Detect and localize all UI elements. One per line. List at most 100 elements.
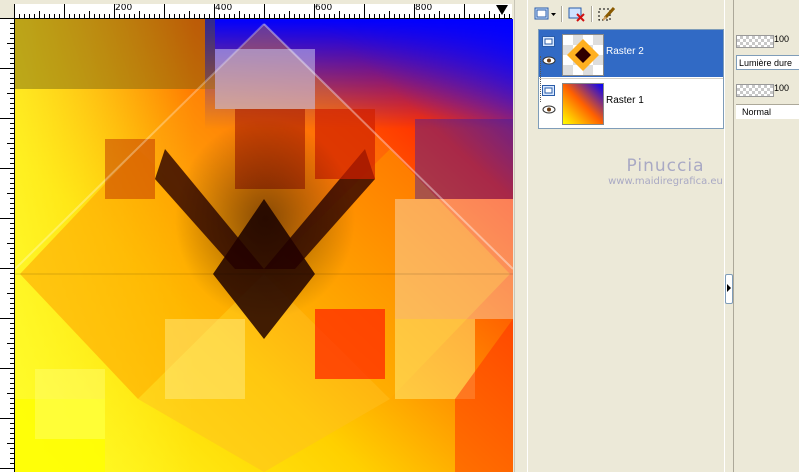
ruler-tick (10, 78, 14, 79)
ruler-tick (269, 14, 270, 18)
ruler-tick (10, 383, 14, 384)
opacity-slider[interactable]: 100 (736, 83, 798, 97)
ruler-tick (10, 348, 14, 349)
ruler-tick (10, 358, 14, 359)
layer-thumbnail (562, 83, 604, 125)
new-layer-icon (534, 7, 556, 20)
ruler-tick (10, 353, 14, 354)
ruler-tick (384, 14, 385, 18)
edit-selection-button[interactable] (596, 4, 618, 24)
ruler-tick (0, 468, 14, 469)
ruler-tick (7, 93, 14, 94)
ruler-tick (10, 328, 14, 329)
ruler-tick (10, 403, 14, 404)
ruler-tick (0, 268, 14, 269)
ruler-tick (14, 4, 15, 18)
ruler-tick (10, 198, 14, 199)
ruler-tick (10, 413, 14, 414)
ruler-tick (494, 14, 495, 18)
ruler-tick (10, 253, 14, 254)
ruler-tick (489, 11, 490, 18)
palette-splitter[interactable] (724, 0, 734, 472)
ruler-tick (0, 218, 14, 219)
ruler-tick (274, 14, 275, 18)
ruler-tick (64, 4, 65, 18)
opacity-swatch (736, 84, 774, 97)
ruler-tick (10, 153, 14, 154)
layer-link-connector (540, 56, 545, 102)
ruler-tick (404, 14, 405, 18)
ruler-tick (10, 128, 14, 129)
eye-icon[interactable] (542, 105, 556, 114)
ruler-label-200: 200 (114, 4, 134, 13)
ruler-tick (284, 14, 285, 18)
layer-thumbnail (562, 34, 604, 76)
ruler-tick (189, 11, 190, 18)
ruler-tick (10, 188, 14, 189)
ruler-tick (259, 14, 260, 18)
ruler-tick (10, 398, 14, 399)
ruler-tick (154, 14, 155, 18)
ruler-tick (10, 428, 14, 429)
ruler-tick (334, 14, 335, 18)
ruler-tick (10, 148, 14, 149)
ruler-tick (449, 14, 450, 18)
ruler-tick (304, 14, 305, 18)
toolbar-separator (561, 6, 563, 22)
ruler-tick (89, 11, 90, 18)
ruler-tick (7, 193, 14, 194)
ruler-tick (10, 58, 14, 59)
ruler-tick (10, 53, 14, 54)
ruler-tick (10, 298, 14, 299)
ruler-tick (104, 14, 105, 18)
ruler-tick (354, 14, 355, 18)
ruler-tick (7, 43, 14, 44)
ruler-tick (379, 14, 380, 18)
blend-mode-select[interactable]: Normal (736, 104, 799, 119)
ruler-tick (49, 14, 50, 18)
canvas-panel: 200 400 600 800 (0, 0, 527, 472)
ruler-tick (19, 14, 20, 18)
ruler-tick (119, 14, 120, 18)
ruler-tick (249, 14, 250, 18)
ruler-tick (219, 14, 220, 18)
layer-name: Raster 1 (606, 95, 644, 106)
ruler-tick (10, 133, 14, 134)
opacity-slider[interactable]: 100 (736, 34, 798, 48)
ruler-tick (359, 14, 360, 18)
ruler-tick (409, 14, 410, 18)
ruler-tick (374, 14, 375, 18)
canvas-artwork[interactable] (15, 19, 513, 472)
canvas-vertical-scrollbar[interactable] (514, 0, 527, 472)
ruler-tick (94, 14, 95, 18)
ruler-tick (0, 318, 14, 319)
layer-list: Raster 2 Raster 1 (538, 29, 724, 129)
ruler-tick (324, 14, 325, 18)
ruler-tick (10, 103, 14, 104)
ruler-tick (114, 4, 115, 18)
new-layer-button[interactable] (532, 4, 558, 24)
ruler-tick (299, 14, 300, 18)
layer-row-raster-1[interactable]: Raster 1 (539, 79, 723, 126)
delete-layer-button[interactable] (566, 4, 588, 24)
ruler-tick (109, 14, 110, 18)
ruler-tick (124, 14, 125, 18)
ruler-tick (134, 14, 135, 18)
ruler-tick (39, 11, 40, 18)
ruler-tick (204, 14, 205, 18)
layers-toolbar (528, 0, 799, 28)
ruler-tick (0, 368, 14, 369)
layer-row-raster-2[interactable]: Raster 2 (539, 30, 723, 77)
ruler-tick (10, 108, 14, 109)
ruler-tick (10, 373, 14, 374)
ruler-tick (44, 14, 45, 18)
ruler-tick (7, 343, 14, 344)
ruler-tick (10, 158, 14, 159)
ruler-tick (10, 323, 14, 324)
ruler-tick (10, 458, 14, 459)
ruler-tick (10, 63, 14, 64)
blend-mode-select[interactable]: Lumière dure (736, 55, 799, 70)
ruler-tick (10, 438, 14, 439)
ruler-tick (10, 48, 14, 49)
splitter-grip[interactable] (725, 274, 733, 304)
